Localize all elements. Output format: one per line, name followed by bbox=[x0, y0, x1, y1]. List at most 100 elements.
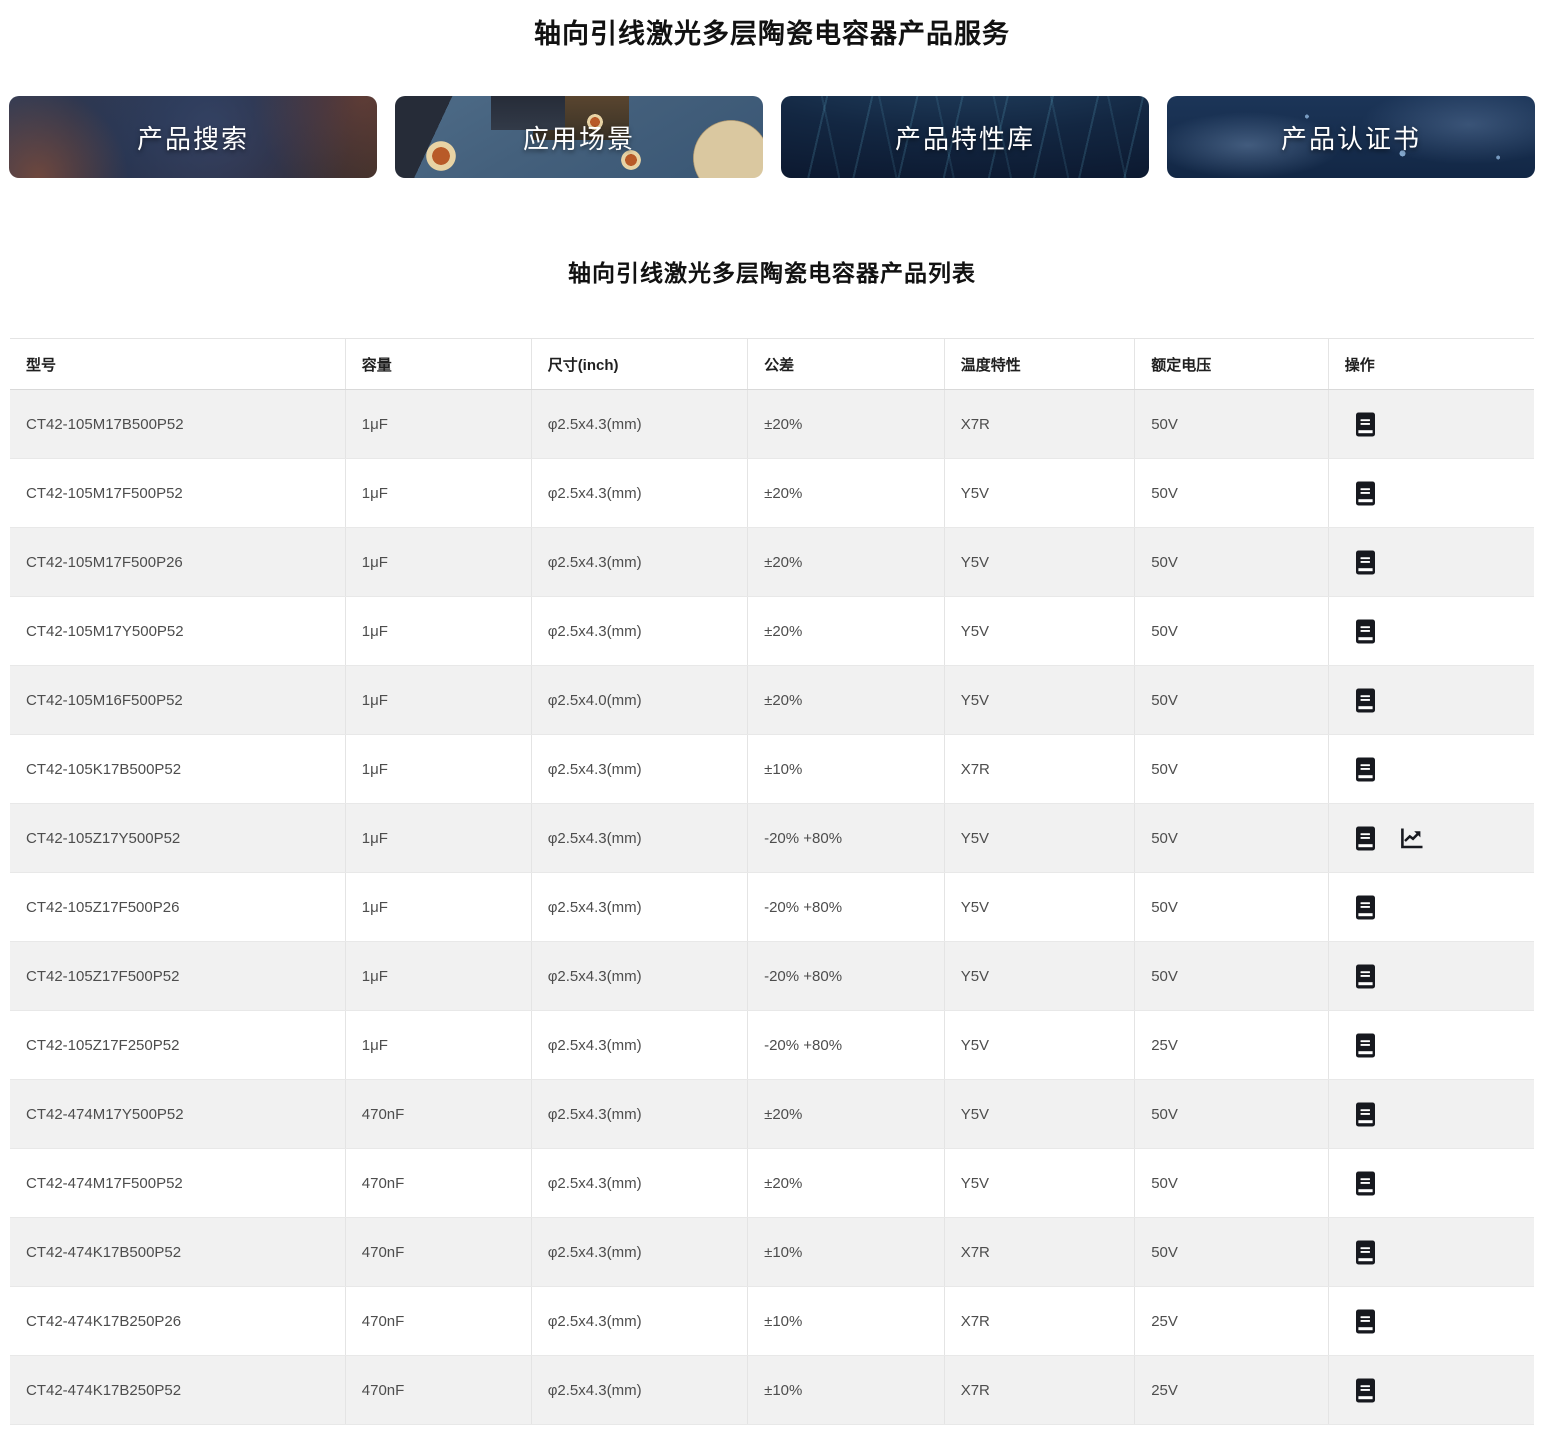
cell-size: φ2.5x4.3(mm) bbox=[531, 597, 747, 666]
cell-model: CT42-474M17Y500P52 bbox=[10, 1080, 345, 1149]
cell-tolerance: -20% +80% bbox=[748, 804, 945, 873]
cell-temp-characteristic: Y5V bbox=[944, 666, 1135, 735]
cell-tolerance: -20% +80% bbox=[748, 1011, 945, 1080]
cell-model: CT42-105M16F500P52 bbox=[10, 666, 345, 735]
col-header-tolerance: 公差 bbox=[748, 339, 945, 390]
table-row: CT42-105Z17F500P26 1μF φ2.5x4.3(mm) -20%… bbox=[10, 873, 1534, 942]
cell-tolerance: ±10% bbox=[748, 735, 945, 804]
cell-temp-characteristic: Y5V bbox=[944, 1080, 1135, 1149]
cell-actions bbox=[1328, 735, 1534, 804]
cell-capacity: 470nF bbox=[345, 1080, 531, 1149]
datasheet-book-icon[interactable] bbox=[1355, 757, 1376, 782]
cell-temp-characteristic: Y5V bbox=[944, 597, 1135, 666]
cell-rated-voltage: 50V bbox=[1135, 528, 1329, 597]
col-header-capacity: 容量 bbox=[345, 339, 531, 390]
cell-temp-characteristic: Y5V bbox=[944, 528, 1135, 597]
datasheet-book-icon[interactable] bbox=[1355, 688, 1376, 713]
cell-rated-voltage: 50V bbox=[1135, 942, 1329, 1011]
datasheet-book-icon[interactable] bbox=[1355, 1378, 1376, 1403]
cell-actions bbox=[1328, 1356, 1534, 1425]
cell-capacity: 1μF bbox=[345, 942, 531, 1011]
table-row: CT42-105M17F500P26 1μF φ2.5x4.3(mm) ±20%… bbox=[10, 528, 1534, 597]
cell-actions bbox=[1328, 804, 1534, 873]
datasheet-book-icon[interactable] bbox=[1355, 550, 1376, 575]
table-row: CT42-474M17Y500P52 470nF φ2.5x4.3(mm) ±2… bbox=[10, 1080, 1534, 1149]
cell-size: φ2.5x4.3(mm) bbox=[531, 1011, 747, 1080]
cell-capacity: 1μF bbox=[345, 666, 531, 735]
cell-actions bbox=[1328, 1080, 1534, 1149]
banner-label: 产品认证书 bbox=[1281, 119, 1421, 156]
cell-size: φ2.5x4.3(mm) bbox=[531, 459, 747, 528]
cell-tolerance: ±20% bbox=[748, 666, 945, 735]
cell-capacity: 1μF bbox=[345, 804, 531, 873]
cell-model: CT42-474M17F500P52 bbox=[10, 1149, 345, 1218]
cell-temp-characteristic: Y5V bbox=[944, 1011, 1135, 1080]
cell-rated-voltage: 50V bbox=[1135, 1149, 1329, 1218]
table-row: CT42-474M17F500P52 470nF φ2.5x4.3(mm) ±2… bbox=[10, 1149, 1534, 1218]
cell-actions bbox=[1328, 1011, 1534, 1080]
cell-model: CT42-105Z17F500P52 bbox=[10, 942, 345, 1011]
banner-label: 产品搜索 bbox=[137, 119, 249, 156]
cell-temp-characteristic: Y5V bbox=[944, 1149, 1135, 1218]
banner-label: 产品特性库 bbox=[895, 119, 1035, 156]
cell-model: CT42-105M17Y500P52 bbox=[10, 597, 345, 666]
cell-temp-characteristic: X7R bbox=[944, 1287, 1135, 1356]
datasheet-book-icon[interactable] bbox=[1355, 481, 1376, 506]
cell-tolerance: ±10% bbox=[748, 1218, 945, 1287]
cell-rated-voltage: 50V bbox=[1135, 597, 1329, 666]
datasheet-book-icon[interactable] bbox=[1355, 895, 1376, 920]
cell-actions bbox=[1328, 942, 1534, 1011]
table-row: CT42-474K17B500P52 470nF φ2.5x4.3(mm) ±1… bbox=[10, 1218, 1534, 1287]
cell-actions bbox=[1328, 459, 1534, 528]
banner-label: 应用场景 bbox=[523, 119, 635, 156]
cell-rated-voltage: 50V bbox=[1135, 804, 1329, 873]
datasheet-book-icon[interactable] bbox=[1355, 412, 1376, 437]
datasheet-book-icon[interactable] bbox=[1355, 964, 1376, 989]
datasheet-book-icon[interactable] bbox=[1355, 1171, 1376, 1196]
cell-size: φ2.5x4.3(mm) bbox=[531, 735, 747, 804]
datasheet-book-icon[interactable] bbox=[1355, 1033, 1376, 1058]
banner-product-certificates[interactable]: 产品认证书 bbox=[1167, 96, 1535, 178]
col-header-actions: 操作 bbox=[1328, 339, 1534, 390]
datasheet-book-icon[interactable] bbox=[1355, 1102, 1376, 1127]
cell-model: CT42-105K17B500P52 bbox=[10, 735, 345, 804]
cell-temp-characteristic: X7R bbox=[944, 735, 1135, 804]
table-row: CT42-474K17B250P26 470nF φ2.5x4.3(mm) ±1… bbox=[10, 1287, 1534, 1356]
banner-product-feature-library[interactable]: 产品特性库 bbox=[781, 96, 1149, 178]
cell-tolerance: ±10% bbox=[748, 1287, 945, 1356]
cell-tolerance: ±10% bbox=[748, 1356, 945, 1425]
product-table-body: CT42-105M17B500P52 1μF φ2.5x4.3(mm) ±20%… bbox=[10, 390, 1534, 1425]
cell-size: φ2.5x4.3(mm) bbox=[531, 942, 747, 1011]
cell-model: CT42-474K17B250P52 bbox=[10, 1356, 345, 1425]
cell-size: φ2.5x4.3(mm) bbox=[531, 804, 747, 873]
cell-actions bbox=[1328, 1287, 1534, 1356]
cell-size: φ2.5x4.3(mm) bbox=[531, 1287, 747, 1356]
cell-actions bbox=[1328, 528, 1534, 597]
cell-tolerance: ±20% bbox=[748, 528, 945, 597]
banner-application-scenarios[interactable]: 应用场景 bbox=[395, 96, 763, 178]
table-row: CT42-474K17B250P52 470nF φ2.5x4.3(mm) ±1… bbox=[10, 1356, 1534, 1425]
cell-capacity: 1μF bbox=[345, 459, 531, 528]
cell-capacity: 1μF bbox=[345, 597, 531, 666]
table-row: CT42-105M17Y500P52 1μF φ2.5x4.3(mm) ±20%… bbox=[10, 597, 1534, 666]
cell-rated-voltage: 25V bbox=[1135, 1287, 1329, 1356]
datasheet-book-icon[interactable] bbox=[1355, 1240, 1376, 1265]
datasheet-book-icon[interactable] bbox=[1355, 619, 1376, 644]
cell-size: φ2.5x4.3(mm) bbox=[531, 1080, 747, 1149]
cell-actions bbox=[1328, 873, 1534, 942]
datasheet-book-icon[interactable] bbox=[1355, 826, 1376, 851]
cell-rated-voltage: 50V bbox=[1135, 735, 1329, 804]
col-header-temp-characteristic: 温度特性 bbox=[944, 339, 1135, 390]
datasheet-book-icon[interactable] bbox=[1355, 1309, 1376, 1334]
col-header-rated-voltage: 额定电压 bbox=[1135, 339, 1329, 390]
table-row: CT42-105Z17F500P52 1μF φ2.5x4.3(mm) -20%… bbox=[10, 942, 1534, 1011]
banner-nav: 产品搜索 应用场景 产品特性库 产品认证书 bbox=[0, 96, 1544, 178]
cell-capacity: 470nF bbox=[345, 1218, 531, 1287]
cell-actions bbox=[1328, 666, 1534, 735]
product-table-container: 型号 容量 尺寸(inch) 公差 温度特性 额定电压 操作 CT42-105M… bbox=[10, 338, 1534, 1425]
graph-up-arrow-icon[interactable] bbox=[1400, 827, 1424, 850]
cell-actions bbox=[1328, 1218, 1534, 1287]
banner-product-search[interactable]: 产品搜索 bbox=[9, 96, 377, 178]
cell-rated-voltage: 50V bbox=[1135, 666, 1329, 735]
cell-model: CT42-105M17F500P26 bbox=[10, 528, 345, 597]
